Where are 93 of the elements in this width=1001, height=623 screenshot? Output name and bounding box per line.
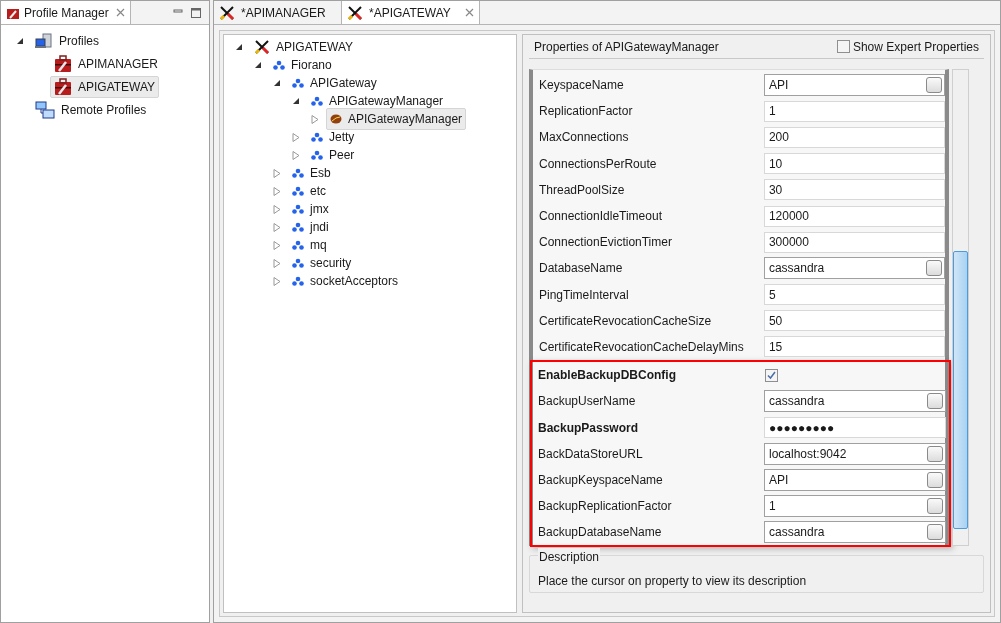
browse-button[interactable]	[926, 77, 942, 94]
maximize-icon[interactable]	[191, 7, 201, 18]
cluster-icon	[292, 276, 304, 286]
property-field[interactable]: 50	[763, 310, 945, 332]
tree-item[interactable]: Profiles	[31, 29, 103, 52]
property-field[interactable]: 120000	[763, 205, 945, 227]
property-field[interactable]: API	[764, 468, 946, 491]
tree-item[interactable]: APIMANAGER	[50, 52, 162, 75]
property-label: BackupPassword	[538, 419, 640, 437]
property-field[interactable]: cassandra	[763, 257, 945, 280]
cluster-icon	[273, 60, 285, 70]
expand-arrow-icon[interactable]	[292, 132, 300, 142]
expand-arrow-icon[interactable]	[292, 150, 300, 160]
expand-arrow-icon[interactable]	[273, 240, 281, 250]
property-label: ConnectionIdleTimeout	[539, 208, 663, 226]
cluster-icon	[292, 204, 304, 214]
cluster-icon	[311, 150, 323, 160]
collapse-arrow-icon[interactable]	[16, 36, 24, 45]
cluster-icon	[292, 222, 304, 232]
property-field[interactable]: 30	[763, 179, 945, 201]
collapse-arrow-icon[interactable]	[273, 79, 281, 87]
tools-icon	[254, 39, 270, 55]
browse-button[interactable]	[927, 524, 943, 541]
property-label: PingTimeInterval	[539, 286, 630, 304]
properties-title: Properties of APIGatewayManager	[534, 38, 719, 56]
expand-arrow-icon[interactable]	[273, 204, 281, 214]
property-field[interactable]: ●●●●●●●●●	[764, 417, 946, 439]
cluster-icon	[311, 132, 323, 142]
cluster-icon	[292, 168, 304, 178]
property-label: BackupUserName	[538, 393, 637, 411]
collapse-arrow-icon[interactable]	[235, 43, 243, 51]
property-label: BackupKeyspaceName	[538, 471, 664, 489]
close-icon[interactable]	[115, 8, 125, 17]
tools-icon	[219, 4, 235, 21]
property-field[interactable]: 200	[763, 126, 945, 148]
browse-button[interactable]	[927, 471, 943, 488]
description-text: Place the cursor on property to view its description	[538, 574, 807, 588]
property-label: DatabaseName	[539, 260, 624, 278]
expand-arrow-icon[interactable]	[273, 276, 281, 286]
browse-button[interactable]	[927, 445, 943, 462]
property-field[interactable]: 5	[763, 284, 945, 306]
scrollbar-thumb[interactable]	[953, 251, 968, 529]
property-label: EnableBackupDBConfig	[538, 367, 677, 385]
expand-arrow-icon[interactable]	[273, 258, 281, 268]
browse-button[interactable]	[927, 393, 943, 410]
tree-item[interactable]: Remote Profiles	[31, 98, 151, 121]
computer-icon	[35, 32, 53, 49]
cluster-icon	[311, 96, 323, 106]
expand-arrow-icon[interactable]	[311, 114, 319, 124]
property-label: BackupReplicationFactor	[538, 498, 673, 516]
property-field[interactable]: 10	[763, 153, 945, 175]
property-label: BackupDatabaseName	[538, 524, 663, 542]
property-field[interactable]: 1	[763, 100, 945, 122]
property-field[interactable]: 300000	[763, 231, 945, 253]
browse-button[interactable]	[927, 498, 943, 515]
toolbox-icon	[54, 54, 72, 73]
tree-item[interactable]: APIGATEWAY	[50, 75, 160, 98]
cluster-icon	[292, 78, 304, 88]
bean-icon	[330, 114, 342, 124]
cluster-icon	[292, 186, 304, 196]
close-icon[interactable]	[464, 8, 474, 17]
collapse-arrow-icon[interactable]	[292, 97, 300, 105]
property-field[interactable]: API	[763, 74, 945, 97]
tools-icon	[347, 4, 363, 21]
property-label: CertificateRevocationCacheDelayMins	[539, 338, 745, 356]
view-tab[interactable]: Profile Manager	[1, 1, 131, 24]
property-label: ConnectionEvictionTimer	[539, 234, 673, 252]
property-label: BackDataStoreURL	[538, 445, 644, 463]
scrollbar[interactable]	[952, 69, 969, 546]
property-label: ConnectionsPerRoute	[539, 155, 658, 173]
tree-item[interactable]: APIGatewayManager	[326, 108, 467, 130]
browse-button[interactable]	[926, 260, 942, 277]
show-expert-checkbox[interactable]: Show Expert Properties	[836, 37, 979, 56]
remote-profiles-icon	[35, 100, 55, 119]
editor-tab[interactable]: *APIGATEWAY	[342, 1, 480, 24]
collapse-arrow-icon[interactable]	[254, 61, 262, 69]
property-label: CertificateRevocationCacheSize	[539, 312, 713, 330]
toolbox-icon	[54, 77, 72, 96]
property-label: KeyspaceName	[539, 77, 625, 95]
property-label: ThreadPoolSize	[539, 181, 626, 199]
property-field[interactable]: cassandra	[764, 390, 946, 413]
property-label: ReplicationFactor	[539, 103, 634, 121]
property-field[interactable]: 1	[764, 495, 946, 518]
property-field[interactable]: 15	[763, 336, 945, 358]
property-checkbox[interactable]	[765, 368, 778, 382]
expand-arrow-icon[interactable]	[273, 168, 281, 178]
expand-arrow-icon[interactable]	[273, 222, 281, 232]
cluster-icon	[292, 258, 304, 268]
expand-arrow-icon[interactable]	[273, 186, 281, 196]
property-field[interactable]: localhost:9042	[764, 442, 946, 465]
property-field[interactable]: cassandra	[764, 521, 946, 544]
property-label: MaxConnections	[539, 129, 630, 147]
cluster-icon	[292, 240, 304, 250]
